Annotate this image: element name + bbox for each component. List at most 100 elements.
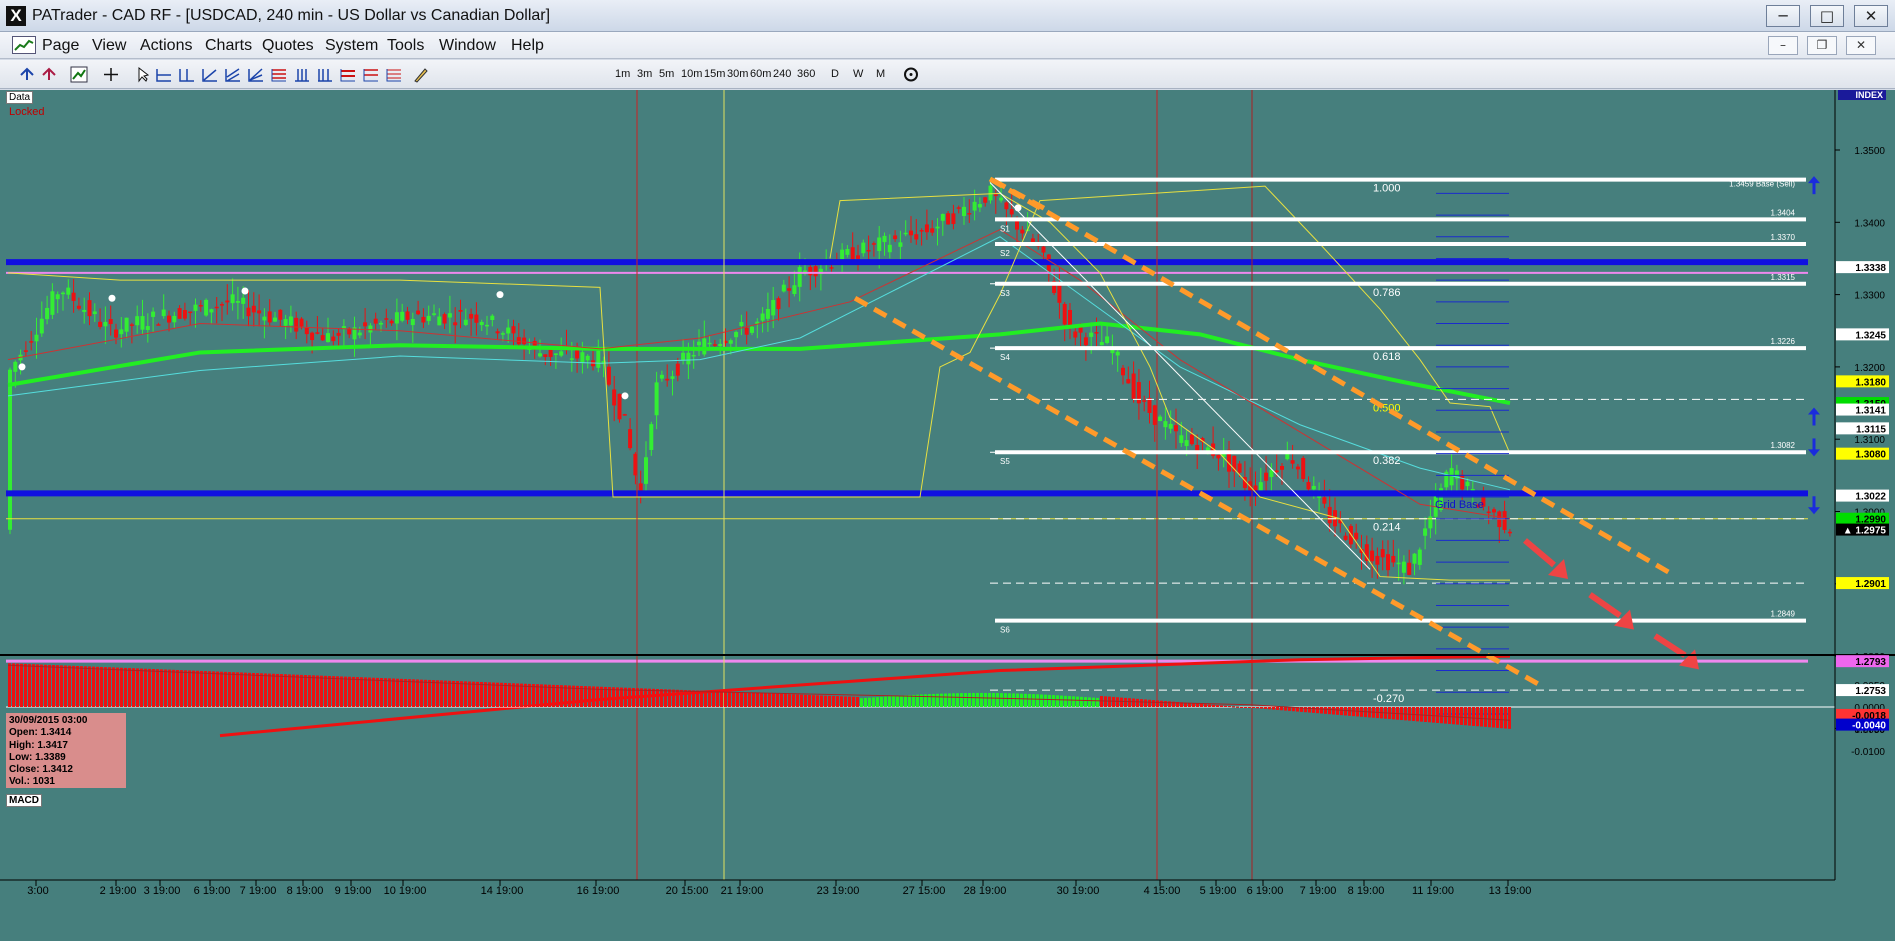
tf-10m[interactable]: 10m [681,68,702,80]
candle-body [76,305,81,309]
tf-240[interactable]: 240 [773,68,791,80]
macd-bar [804,694,807,707]
macd-bar [1496,707,1499,728]
tf-360[interactable]: 360 [797,68,815,80]
macd-bar [556,685,559,707]
time-axis-bg [0,880,1895,941]
candle-body [1274,470,1279,473]
macd-bar [268,673,271,707]
macd-bar [120,667,123,707]
candle-body [172,315,177,323]
trendline-tool-icon[interactable] [201,66,219,83]
menu-actions[interactable]: Actions [140,37,192,55]
time-tick-label: 6 19:00 [1247,885,1284,897]
menu-page[interactable]: Page [42,37,79,55]
candle-body [1115,351,1120,356]
pointer-icon[interactable] [134,66,152,83]
macd-bar [308,675,311,707]
maximize-button[interactable]: □ [1810,5,1844,27]
macd-bar [196,670,199,707]
macd-bar [224,671,227,707]
close-button[interactable]: ✕ [1854,5,1888,27]
macd-bar [1080,696,1083,707]
candle-body [559,351,564,356]
cycle-tool-icon[interactable] [316,66,334,83]
pivot-tool-icon[interactable] [339,66,357,83]
macd-bar [1044,694,1047,707]
macd-bar [484,682,487,707]
grid-tool-icon[interactable] [293,66,311,83]
macd-bar [1036,694,1039,707]
tf-30m[interactable]: 30m [727,68,748,80]
candle-body [379,322,383,325]
macd-bar [252,672,255,707]
macd-bar [304,675,307,707]
targets-tool-icon[interactable] [385,66,403,83]
macd-bar [1016,693,1019,707]
macd-bar [836,696,839,707]
hline-tool-icon[interactable] [155,66,173,83]
vline-tool-icon[interactable] [178,66,196,83]
macd-bar [1248,707,1251,708]
macd-bar [796,694,799,707]
mdi-minimize-button[interactable]: – [1768,36,1798,55]
macd-bar [496,682,499,707]
time-tick-label: 30 19:00 [1057,885,1100,897]
pivot-level-value: 1.3315 [1771,273,1796,282]
fibonacci-tool-icon[interactable] [270,66,288,83]
candle-body [580,352,585,363]
macd-bar [340,676,343,707]
macd-bar [732,691,735,707]
macd-bar [1312,707,1315,713]
tf-m[interactable]: M [876,68,885,80]
price-chart[interactable]: S1 1.3404 S2 1.3370 S3 1.3315 S4 1.3226 S5 1.3082… [0,90,1895,941]
time-tick-label: 7 19:00 [240,885,277,897]
macd-bar [1348,707,1351,716]
menu-view[interactable]: View [92,37,126,55]
minimize-button[interactable]: ─ [1766,5,1800,27]
menu-quotes[interactable]: Quotes [262,37,314,55]
data-label[interactable]: Data [6,91,34,104]
move-icon[interactable] [18,66,36,83]
crosshair-icon[interactable] [102,66,120,83]
tf-60m[interactable]: 60m [750,68,771,80]
move-alt-icon[interactable] [40,66,58,83]
candle-body [310,332,315,341]
menu-system[interactable]: System [325,37,378,55]
menu-tools[interactable]: Tools [387,37,424,55]
pencil-icon[interactable] [412,66,430,83]
info-open: Open: 1.3414 [9,727,72,739]
mdi-restore-button[interactable]: ❐ [1807,36,1837,55]
chart-area[interactable]: S1 1.3404 S2 1.3370 S3 1.3315 S4 1.3226 S5 1.3082… [0,90,1895,941]
macd-bar [712,691,715,707]
macd-bar [892,696,895,707]
macd-bar [1484,707,1487,727]
candle-body [538,353,542,357]
macd-bar [1232,706,1235,708]
tf-1m[interactable]: 1m [615,68,630,80]
menu-charts[interactable]: Charts [205,37,252,55]
macd-bar [292,674,295,707]
macd-bar [992,692,995,707]
menu-help[interactable]: Help [511,37,544,55]
mdi-close-button[interactable]: ✕ [1846,36,1876,55]
candle-body [1041,246,1046,253]
clock-icon[interactable] [902,66,920,83]
macd-bar [548,684,551,707]
info-low: Low: 1.3389 [9,751,66,763]
levels-tool-icon[interactable] [362,66,380,83]
line-chart-icon[interactable] [70,66,88,83]
tf-d[interactable]: D [831,68,839,80]
macd-bar [808,694,811,707]
menu-window[interactable]: Window [439,37,496,55]
tf-5m[interactable]: 5m [659,68,674,80]
candle-body [331,336,336,342]
tf-15m[interactable]: 15m [704,68,725,80]
tf-3m[interactable]: 3m [637,68,652,80]
macd-label[interactable]: MACD [6,794,42,807]
channel-tool-icon[interactable] [224,66,242,83]
tf-w[interactable]: W [853,68,863,80]
chart-icon[interactable] [12,36,36,54]
macd-bar [1324,707,1327,714]
fan-tool-icon[interactable] [247,66,265,83]
